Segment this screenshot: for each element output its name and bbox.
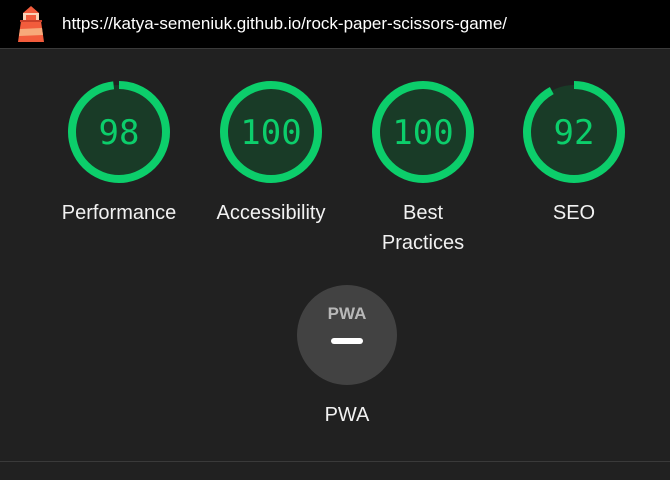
report-url[interactable]: https://katya-semeniuk.github.io/rock-pa… bbox=[62, 13, 507, 35]
pwa-badge-text: PWA bbox=[328, 304, 367, 323]
pwa-dash bbox=[331, 338, 363, 344]
seo-score-gauge: 92 bbox=[523, 81, 625, 183]
performance-label: Performance bbox=[61, 202, 177, 224]
performance-score: 98 bbox=[99, 113, 140, 153]
seo-score: 92 bbox=[554, 113, 595, 153]
pwa-icon: PWA bbox=[297, 285, 397, 385]
best-practices-score-gauge: 100 bbox=[372, 81, 474, 183]
accessibility-score-gauge: 100 bbox=[220, 81, 322, 183]
pwa-badge[interactable]: PWA bbox=[297, 285, 397, 385]
footer-divider bbox=[0, 461, 670, 462]
best-practices-label: Best Practices bbox=[381, 202, 465, 254]
header-divider bbox=[0, 48, 670, 49]
gauge-seo[interactable]: 92 SEO bbox=[509, 80, 639, 228]
pwa-label: PWA bbox=[324, 404, 370, 426]
performance-score-gauge: 98 bbox=[68, 81, 170, 183]
report-header: https://katya-semeniuk.github.io/rock-pa… bbox=[0, 0, 670, 48]
gauge-best-practices[interactable]: 100 Best Practices bbox=[358, 80, 488, 258]
accessibility-label: Accessibility bbox=[216, 202, 326, 224]
seo-label: SEO bbox=[552, 202, 596, 224]
lighthouse-icon bbox=[18, 6, 44, 42]
gauge-accessibility[interactable]: 100 Accessibility bbox=[206, 80, 336, 228]
best-practices-score: 100 bbox=[392, 113, 453, 153]
gauge-performance[interactable]: 98 Performance bbox=[54, 80, 184, 228]
accessibility-score: 100 bbox=[240, 113, 301, 153]
